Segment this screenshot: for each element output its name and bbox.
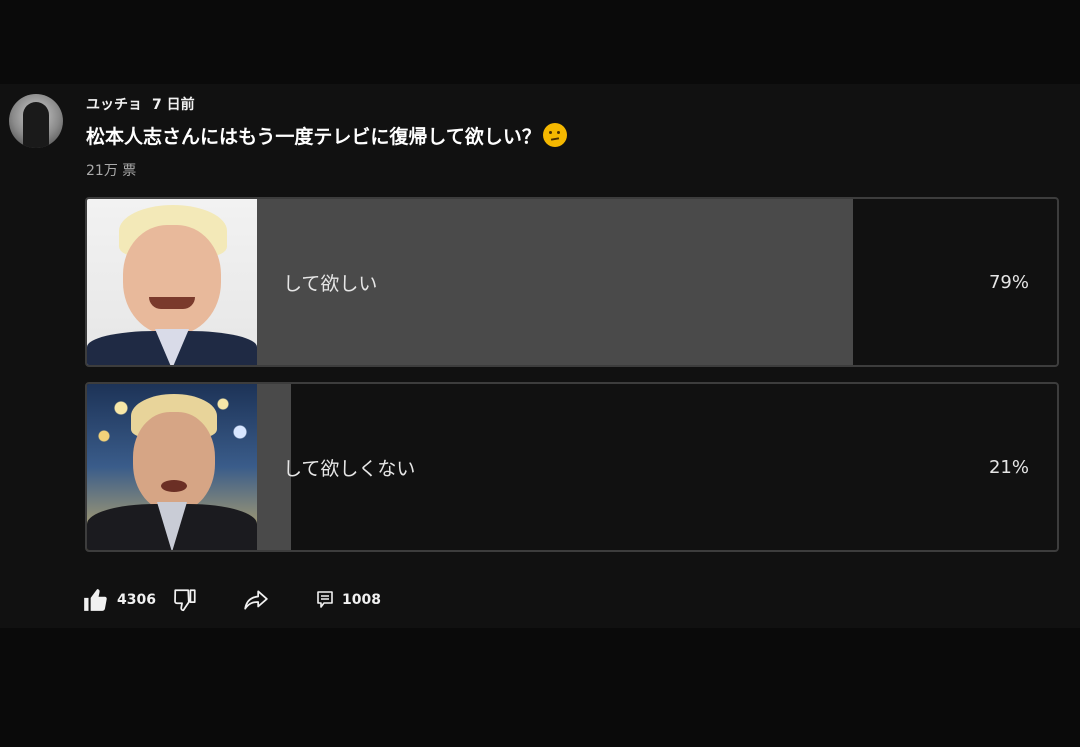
option-2-photo — [87, 384, 257, 550]
author-name[interactable]: ユッチョ — [86, 97, 142, 113]
post-actions: 4306 1008 — [0, 584, 1080, 616]
share-button[interactable] — [242, 584, 270, 616]
like-button[interactable]: 4306 — [82, 584, 156, 616]
community-post: ユッチョ 7 日前 松本人志さんにはもう一度テレビに復帰して欲しい？ 21万 票 … — [0, 84, 1080, 628]
comment-icon — [317, 591, 333, 608]
poll-option-1[interactable]: して欲しい 79% — [85, 197, 1059, 367]
option-1-photo — [87, 199, 257, 365]
author-avatar[interactable] — [9, 94, 63, 148]
poll-option-2[interactable]: して欲しくない 21% — [85, 382, 1059, 552]
thumbs-down-icon — [174, 589, 196, 612]
dislike-button[interactable] — [172, 584, 198, 616]
thumbs-up-icon — [84, 589, 107, 611]
option-2-label: して欲しくない — [283, 457, 416, 480]
option-2-percent: 21% — [988, 456, 1029, 478]
vote-count: 21万 票 — [86, 163, 137, 179]
comments-button[interactable]: 1008 — [316, 584, 381, 616]
avatar-figure — [23, 102, 49, 148]
like-count: 4306 — [117, 592, 156, 608]
top-band — [0, 0, 1080, 84]
option-1-percent: 79% — [988, 271, 1029, 293]
author-line: ユッチョ 7 日前 — [86, 94, 195, 114]
post-time[interactable]: 7 日前 — [152, 97, 195, 113]
comment-count: 1008 — [342, 592, 381, 608]
poll-question-text: 松本人志さんにはもう一度テレビに復帰して欲しい？ — [86, 126, 541, 148]
option-1-label: して欲しい — [283, 272, 378, 295]
bottom-band — [0, 628, 1080, 747]
poll-question: 松本人志さんにはもう一度テレビに復帰して欲しい？ — [86, 122, 567, 149]
share-icon — [244, 590, 268, 610]
thinking-face-icon — [542, 123, 567, 147]
